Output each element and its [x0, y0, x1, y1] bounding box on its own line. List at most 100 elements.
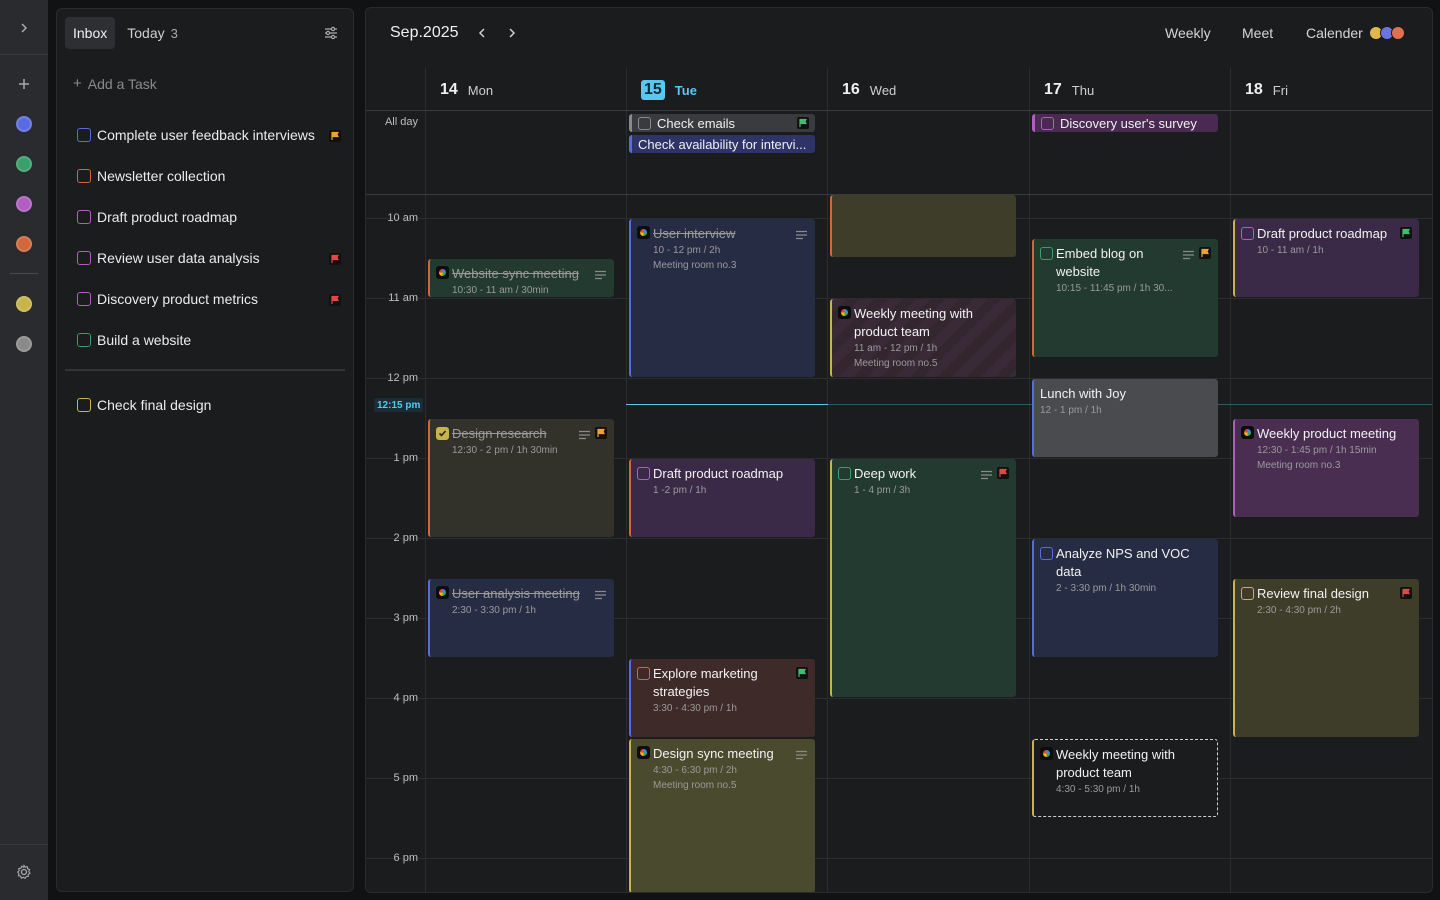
task-checkbox[interactable]	[77, 210, 91, 224]
day-number: 16	[842, 81, 860, 98]
task-item[interactable]: Discovery product metrics	[77, 287, 341, 311]
event-title: Review final design	[1257, 586, 1370, 601]
flag-icon[interactable]	[1400, 586, 1413, 599]
calendar-event[interactable]: Review final design 2:30 - 4:30 pm / 2h	[1233, 579, 1419, 737]
calendar-color-dot[interactable]	[16, 296, 32, 312]
task-item[interactable]: Draft product roadmap	[77, 205, 341, 229]
calendar-event[interactable]: User interview 10 - 12 pm / 2h Meeting roo…	[629, 219, 815, 377]
chevron-left-icon[interactable]	[474, 24, 490, 42]
task-item[interactable]: Check final design	[77, 393, 341, 417]
event-title: Analyze NPS and VOC data	[1056, 546, 1190, 579]
calendar-panel: Sep.2025 Weekly Meet Calender 14 Mon 15 Tue…	[365, 7, 1433, 893]
calendar-event[interactable]: Lunch with Joy 12 - 1 pm / 1h	[1032, 379, 1218, 457]
event-title: Weekly meeting with product team	[1056, 747, 1175, 780]
task-checkbox[interactable]	[1241, 227, 1254, 240]
calendar-event[interactable]: Deep work 1 - 4 pm / 3h	[830, 459, 1016, 697]
event-detail: Meeting room no.3	[1257, 460, 1341, 471]
task-item[interactable]: Review user data analysis	[77, 246, 341, 270]
calendar-event[interactable]: Explore marketing strategies 3:30 - 4:30 …	[629, 659, 815, 737]
task-checkbox[interactable]	[637, 467, 650, 480]
task-checkbox[interactable]	[77, 251, 91, 265]
filter-icon[interactable]	[323, 25, 339, 41]
calendar-event[interactable]: Design sync meeting 4:30 - 6:30 pm / 2h Me…	[629, 739, 815, 892]
task-label: Discovery product metrics	[97, 291, 259, 307]
tab-today[interactable]: Today 3	[119, 17, 186, 49]
calendar-event[interactable]: Draft product roadmap 1 -2 pm / 1h	[629, 459, 815, 537]
settings-icon[interactable]	[14, 862, 34, 882]
task-checkbox[interactable]	[77, 398, 91, 412]
flag-icon[interactable]	[329, 129, 341, 142]
flag-icon[interactable]	[797, 117, 809, 129]
meet-icon	[436, 586, 449, 599]
rail-divider	[0, 844, 48, 845]
calendar-color-dot[interactable]	[16, 116, 32, 132]
day-header[interactable]: 18 Fri	[1245, 70, 1288, 110]
calendar-event[interactable]: Draft product roadmap 10 - 11 am / 1h	[1233, 219, 1419, 297]
allday-event[interactable]: Check emails	[629, 114, 815, 132]
day-header[interactable]: 16 Wed	[842, 70, 896, 110]
task-checkbox[interactable]	[838, 467, 851, 480]
event-detail: 12:30 - 2 pm / 1h 30min	[452, 445, 558, 456]
calendar-event[interactable]: Weekly meeting with product team 4:30 - 5…	[1032, 739, 1218, 817]
calendar-event[interactable]	[830, 195, 1016, 257]
task-item[interactable]: Complete user feedback interviews	[77, 123, 341, 147]
task-checkbox[interactable]	[77, 333, 91, 347]
day-name: Tue	[674, 82, 697, 98]
task-checkbox[interactable]	[77, 128, 91, 142]
allday-event[interactable]: Check availability for intervi...	[629, 135, 815, 153]
chevron-right-icon[interactable]	[504, 24, 520, 42]
task-checkbox[interactable]	[1041, 116, 1054, 130]
task-checkbox[interactable]	[1241, 587, 1254, 600]
task-label: Review user data analysis	[97, 250, 260, 266]
checked-checkbox[interactable]	[436, 427, 449, 440]
calendar-event[interactable]: Website sync meeting 10:30 - 11 am / 30mi…	[428, 259, 614, 297]
event-title: Draft product roadmap	[653, 466, 784, 481]
flag-icon[interactable]	[329, 252, 341, 265]
day-name: Mon	[467, 82, 494, 98]
calendar-accounts[interactable]	[1369, 26, 1409, 42]
add-task-button[interactable]: + Add a Task	[73, 75, 157, 92]
task-item[interactable]: Newsletter collection	[77, 164, 341, 188]
flag-icon[interactable]	[796, 666, 809, 679]
calendar-color-dot[interactable]	[16, 336, 32, 352]
task-checkbox[interactable]	[638, 116, 651, 130]
tab-inbox[interactable]: Inbox	[65, 17, 116, 49]
day-header[interactable]: 17 Thu	[1044, 70, 1094, 110]
event-detail: 3:30 - 4:30 pm / 1h	[653, 703, 737, 714]
task-item[interactable]: Build a website	[77, 328, 341, 352]
calendar-event[interactable]: Embed blog on website 10:15 - 11:45 pm / …	[1032, 239, 1218, 357]
calendar-button[interactable]: Calender	[1306, 25, 1363, 41]
day-header[interactable]: 14 Mon	[440, 70, 493, 110]
flag-icon[interactable]	[329, 293, 341, 306]
event-title: Check emails	[657, 115, 736, 131]
allday-event[interactable]: Discovery user's survey	[1032, 114, 1218, 132]
task-checkbox[interactable]	[1040, 247, 1053, 260]
calendar-event[interactable]: Design research 12:30 - 2 pm / 1h 30min	[428, 419, 614, 537]
flag-icon[interactable]	[997, 466, 1010, 479]
calendar-event[interactable]: Analyze NPS and VOC data 2 - 3:30 pm / 1h…	[1032, 539, 1218, 657]
calendar-header: Sep.2025 Weekly Meet Calender	[366, 8, 1432, 60]
plus-icon[interactable]	[14, 74, 34, 94]
time-label: 1 pm	[393, 452, 418, 464]
day-header[interactable]: 15 Tue	[641, 70, 697, 110]
calendar-color-dot[interactable]	[16, 236, 32, 252]
meet-icon	[1040, 747, 1053, 760]
calendar-event[interactable]: Weekly meeting with product team 11 am - …	[830, 299, 1016, 377]
calendar-event[interactable]: Weekly product meeting 12:30 - 1:45 pm / …	[1233, 419, 1419, 517]
task-checkbox[interactable]	[637, 667, 650, 680]
flag-icon[interactable]	[1199, 246, 1212, 259]
task-checkbox[interactable]	[77, 169, 91, 183]
flag-icon[interactable]	[1400, 226, 1413, 239]
day-name: Thu	[1071, 82, 1095, 98]
flag-icon[interactable]	[595, 426, 608, 439]
chevron-right-icon[interactable]	[14, 18, 34, 38]
task-checkbox[interactable]	[77, 292, 91, 306]
calendar-event[interactable]: User analysis meeting 2:30 - 3:30 pm / 1h	[428, 579, 614, 657]
meet-button[interactable]: Meet	[1242, 25, 1273, 41]
calendar-color-dot[interactable]	[16, 156, 32, 172]
time-label: 12 pm	[387, 372, 418, 384]
task-checkbox[interactable]	[1040, 547, 1053, 560]
calendar-color-dot[interactable]	[16, 196, 32, 212]
weekly-view-button[interactable]: Weekly	[1165, 25, 1211, 41]
notes-icon	[595, 587, 606, 600]
